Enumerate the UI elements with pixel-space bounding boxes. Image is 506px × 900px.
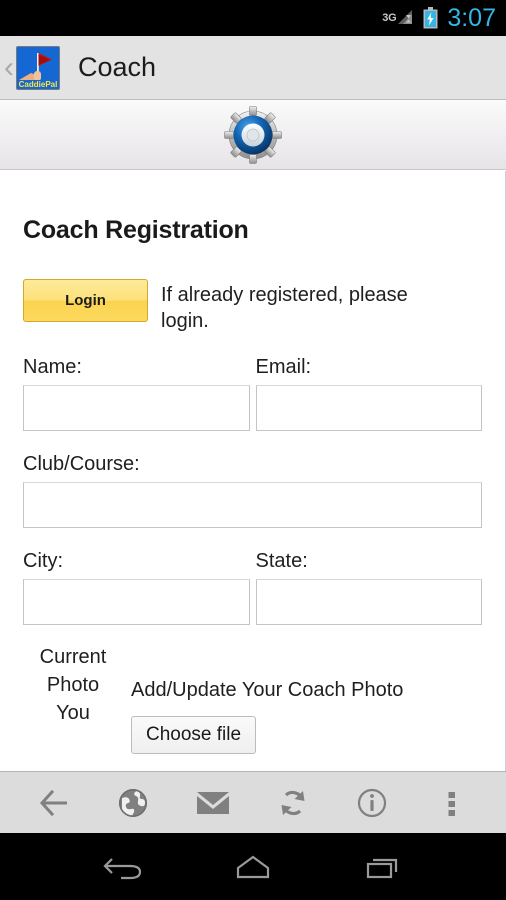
name-input[interactable]	[23, 385, 250, 431]
state-field-group: State:	[253, 528, 482, 625]
email-field-group: Email:	[253, 334, 482, 431]
back-arrow-icon[interactable]	[30, 779, 78, 827]
email-label: Email:	[255, 356, 312, 378]
login-note: If already registered, please login.	[161, 284, 408, 332]
current-photo-value: You	[56, 702, 90, 724]
caddiepal-app-icon[interactable]: CaddiePal	[16, 45, 60, 90]
phone-screen: 3G 3:07 ‹ CaddiePal Coach Coach Registra…	[0, 0, 506, 900]
choose-file-button[interactable]: Choose file	[131, 716, 257, 754]
name-field-group: Name:	[23, 334, 253, 431]
browser-toolbar	[0, 771, 506, 833]
current-photo-column: Current Photo You	[23, 639, 123, 754]
svg-text:CaddiePal: CaddiePal	[19, 80, 58, 89]
back-chevron-icon[interactable]: ‹	[4, 52, 14, 83]
city-label: City:	[23, 550, 63, 572]
name-label: Name:	[23, 356, 82, 378]
login-button[interactable]: Login	[23, 279, 148, 322]
overflow-menu-icon[interactable]	[428, 779, 476, 827]
gear-banner	[0, 100, 506, 170]
email-input[interactable]	[255, 385, 482, 431]
photo-upload-column: Add/Update Your Coach Photo Choose file	[123, 639, 482, 754]
webview-content: Coach Registration Login If already regi…	[0, 171, 506, 771]
state-label: State:	[255, 550, 308, 572]
status-bar: 3G 3:07	[0, 0, 506, 36]
android-back-icon[interactable]	[95, 844, 153, 890]
city-field-group: City:	[23, 528, 253, 625]
name-email-row: Name: Email:	[23, 334, 482, 431]
club-input[interactable]	[23, 482, 482, 528]
signal-bars-icon	[397, 9, 415, 27]
city-state-row: City: State:	[23, 528, 482, 625]
refresh-icon[interactable]	[269, 779, 317, 827]
page-title: Coach Registration	[23, 216, 249, 244]
city-input[interactable]	[23, 579, 250, 625]
app-header-bar: ‹ CaddiePal Coach	[0, 36, 506, 100]
android-home-icon[interactable]	[224, 844, 282, 890]
gear-icon	[224, 105, 282, 164]
current-photo-label: Current Photo	[39, 646, 107, 696]
photo-upload-heading: Add/Update Your Coach Photo	[131, 679, 404, 701]
login-row: Login If already registered, please logi…	[23, 279, 482, 334]
android-recents-icon[interactable]	[353, 844, 411, 890]
club-field-group: Club/Course:	[23, 453, 482, 528]
battery-charging-icon	[423, 7, 438, 29]
coach-photo-section: Current Photo You Add/Update Your Coach …	[23, 639, 482, 754]
state-input[interactable]	[255, 579, 482, 625]
info-icon[interactable]	[348, 779, 396, 827]
app-title: Coach	[78, 52, 157, 82]
globe-icon[interactable]	[109, 779, 157, 827]
envelope-icon[interactable]	[189, 779, 237, 827]
network-type-label: 3G	[382, 12, 397, 24]
android-nav-bar	[0, 833, 506, 900]
status-clock: 3:07	[447, 3, 496, 32]
club-label: Club/Course:	[23, 453, 140, 475]
